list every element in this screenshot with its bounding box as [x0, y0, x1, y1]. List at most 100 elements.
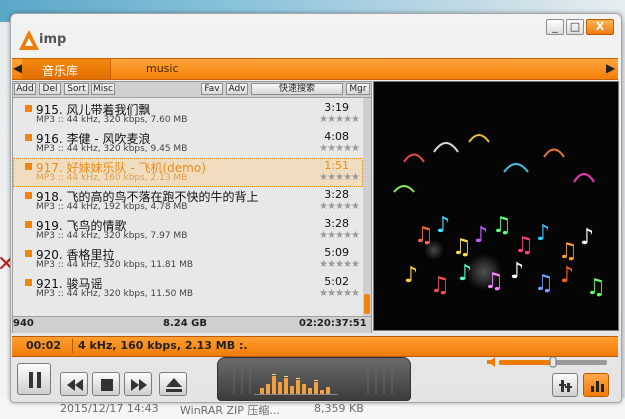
track-row[interactable]: 916. 李健 - 风吹麦浪 4:08 MP3 :: 44 kHz, 320 k…	[13, 129, 363, 158]
logo-text: imp	[39, 32, 67, 47]
playlist-panel: Add Del Sort Misc Fav Adv 快速搜索 Mgr 915. …	[12, 81, 372, 333]
app-logo: imp	[17, 26, 77, 54]
rating-stars-icon[interactable]: ★★★★★	[319, 230, 360, 241]
open-file-button[interactable]	[159, 372, 187, 396]
svg-text:♫: ♫	[534, 271, 554, 296]
file-date: 2015/12/17 14:43	[60, 402, 159, 415]
elapsed-time: 00:02	[26, 339, 62, 352]
svg-text:♫: ♫	[558, 239, 578, 264]
svg-text:♪: ♪	[474, 223, 488, 248]
misc-button[interactable]: Misc	[91, 83, 115, 95]
volume-track	[487, 356, 607, 368]
stop-button[interactable]	[92, 372, 120, 396]
music-notes-visualization: ♫ ♪ ♫ ♪ ♫ ♫ ♪ ♫ ♪ ♪ ♫ ♪ ♫ ♪ ♫ ♪ ♫	[374, 82, 618, 330]
track-duration: 4:08	[324, 130, 349, 143]
rating-stars-icon[interactable]: ★★★★★	[319, 172, 360, 183]
quick-search-input[interactable]: 快速搜索	[251, 83, 343, 95]
track-info-scroller: 4 kHz, 160 kbps, 2.13 MB :.	[78, 339, 248, 352]
aimp-logo-icon	[19, 30, 39, 50]
track-marker-icon	[25, 192, 32, 199]
total-size: 8.24 GB	[163, 318, 207, 329]
equalizer-button[interactable]	[552, 373, 578, 397]
track-row[interactable]: 915. 风儿带着我们飘 3:19 MP3 :: 44 kHz, 320 kbp…	[13, 100, 363, 129]
playlist-toolbar: Add Del Sort Misc Fav Adv 快速搜索 Mgr	[13, 82, 371, 98]
aimp-player-window: imp _ □ X ◀ 音乐库 music ▶ Add Del Sort Mis…	[10, 13, 622, 403]
status-bar[interactable]: 00:02 4 kHz, 160 kbps, 2.13 MB :.	[12, 336, 618, 357]
playlist-toggle-button[interactable]	[583, 373, 609, 397]
track-info: MP3 :: 44 kHz, 320 kbps, 7.60 MB	[36, 115, 188, 125]
track-info: MP3 :: 44 kHz, 320 kbps, 9.45 MB	[36, 144, 188, 154]
playlist-summary: 940 8.24 GB 02:20:37:51	[13, 316, 371, 333]
track-duration: 5:02	[324, 275, 349, 288]
svg-text:♫: ♫	[586, 275, 606, 300]
next-icon	[131, 379, 147, 391]
advanced-button[interactable]: Adv	[226, 83, 248, 95]
playlist-scrollbar[interactable]	[363, 98, 371, 316]
volume-slider[interactable]	[485, 356, 609, 368]
rating-stars-icon[interactable]: ★★★★★	[319, 288, 360, 299]
delete-button[interactable]: Del	[39, 83, 61, 95]
track-marker-icon	[25, 163, 32, 170]
minimize-button[interactable]: _	[546, 19, 564, 35]
file-type: WinRAR ZIP 压缩...	[180, 404, 280, 417]
tab-music-library[interactable]: 音乐库	[22, 59, 111, 79]
playlist-tab-bar: ◀ 音乐库 music ▶	[12, 58, 618, 80]
svg-text:♫: ♫	[514, 233, 534, 258]
tab-music[interactable]: music	[146, 62, 179, 75]
track-info: MP3 :: 44 kHz, 160 kbps, 2.13 MB	[36, 173, 188, 183]
sort-button[interactable]: Sort	[64, 83, 89, 95]
svg-text:♪: ♪	[560, 263, 574, 288]
maximize-icon: □	[569, 20, 581, 33]
rating-stars-icon[interactable]: ★★★★★	[319, 143, 360, 154]
svg-text:♫: ♫	[430, 273, 450, 298]
pause-button[interactable]	[17, 363, 51, 395]
spectrum-analyzer[interactable]	[217, 357, 411, 401]
track-marker-icon	[25, 250, 32, 257]
svg-text:♪: ♪	[580, 225, 594, 250]
next-track-button[interactable]	[124, 372, 152, 396]
tab-scroll-right-icon[interactable]: ▶	[606, 61, 615, 75]
favorites-button[interactable]: Fav	[201, 83, 223, 95]
maximize-button[interactable]: □	[566, 19, 584, 35]
status-separator	[72, 339, 73, 353]
stop-icon	[101, 379, 113, 391]
track-row-selected[interactable]: 917. 好妹妹乐队 - 飞机(demo) 1:51 MP3 :: 44 kHz…	[13, 158, 363, 187]
visualization-panel[interactable]: ♫ ♪ ♫ ♪ ♫ ♫ ♪ ♫ ♪ ♪ ♫ ♪ ♫ ♪ ♫ ♪ ♫	[373, 81, 619, 331]
rating-stars-icon[interactable]: ★★★★★	[319, 259, 360, 270]
track-row[interactable]: 920. 香格里拉 5:09 MP3 :: 44 kHz, 320 kbps, …	[13, 245, 363, 274]
rating-stars-icon[interactable]: ★★★★★	[319, 201, 360, 212]
track-marker-icon	[25, 221, 32, 228]
bars-icon	[591, 381, 604, 392]
scrollbar-thumb[interactable]	[364, 294, 370, 314]
track-row[interactable]: 919. 飞鸟的情歌 3:28 MP3 :: 44 kHz, 320 kbps,…	[13, 216, 363, 245]
track-duration: 3:28	[324, 217, 349, 230]
tab-label: 音乐库	[42, 64, 79, 78]
svg-text:♪: ♪	[536, 221, 550, 246]
track-duration: 3:28	[324, 188, 349, 201]
track-info: MP3 :: 44 kHz, 320 kbps, 7.97 MB	[36, 231, 188, 241]
track-count: 940	[13, 318, 34, 329]
rating-stars-icon[interactable]: ★★★★★	[319, 114, 360, 125]
track-duration: 5:09	[324, 246, 349, 259]
total-duration: 02:20:37:51	[299, 318, 367, 329]
track-info: MP3 :: 44 kHz, 192 kbps, 4.78 MB	[36, 202, 188, 212]
eject-icon	[166, 378, 182, 392]
track-duration: 3:19	[324, 101, 349, 114]
previous-icon	[67, 379, 83, 391]
track-row[interactable]: 921. 骏马谣 5:02 MP3 :: 44 kHz, 320 kbps, 1…	[13, 274, 363, 303]
minimize-icon: _	[552, 20, 558, 33]
manager-button[interactable]: Mgr	[346, 83, 370, 95]
speaker-icon	[487, 357, 495, 367]
track-info: MP3 :: 44 kHz, 320 kbps, 11.81 MB	[36, 260, 194, 270]
file-size: 8,359 KB	[314, 402, 364, 415]
close-button[interactable]: X	[586, 19, 614, 35]
previous-track-button[interactable]	[60, 372, 88, 396]
track-info: MP3 :: 44 kHz, 320 kbps, 11.50 MB	[36, 289, 194, 299]
track-row[interactable]: 918. 飞的高的鸟不落在跑不快的牛的背上 3:28 MP3 :: 44 kHz…	[13, 187, 363, 216]
svg-text:♪: ♪	[436, 213, 450, 238]
pause-icon	[29, 372, 41, 388]
svg-text:♪: ♪	[404, 263, 418, 288]
add-button[interactable]: Add	[14, 83, 36, 95]
track-list: 915. 风儿带着我们飘 3:19 MP3 :: 44 kHz, 320 kbp…	[13, 98, 363, 316]
tab-scroll-left-icon[interactable]: ◀	[13, 61, 22, 75]
